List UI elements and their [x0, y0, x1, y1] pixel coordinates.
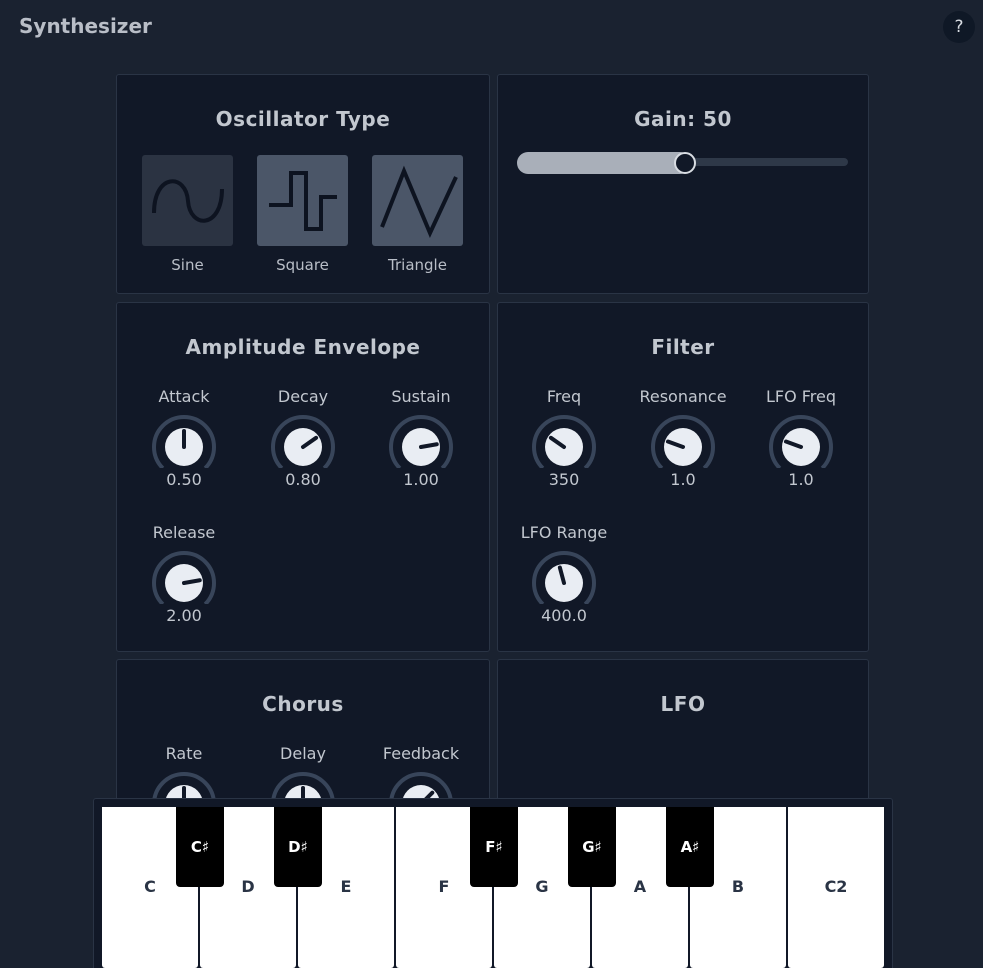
lfo-freq-label: LFO Freq — [765, 387, 837, 406]
knob-dial[interactable] — [149, 412, 219, 468]
resonance-knob[interactable]: Resonance 1.0 — [623, 386, 743, 489]
freq-label: Freq — [546, 387, 582, 406]
triangle-wave-icon — [379, 165, 458, 238]
gain-slider-thumb[interactable] — [673, 152, 696, 174]
lfo-freq-knob[interactable]: LFO Freq 1.0 — [741, 386, 861, 489]
decay-label: Decay — [277, 387, 329, 406]
knob-dial[interactable] — [149, 548, 219, 604]
gain-panel: Gain: 50 — [497, 74, 869, 294]
knob-dial[interactable] — [386, 412, 456, 468]
sustain-knob[interactable]: Sustain 1.00 — [361, 386, 481, 489]
envelope-title: Amplitude Envelope — [185, 335, 421, 359]
piano-keyboard: C D E F G A B C2 C♯ D♯ F♯ G♯ A♯ — [93, 798, 893, 968]
filter-panel: Filter Freq 350 Resonance 1.0 LFO Freq 1… — [497, 302, 869, 652]
key-label: C2 — [824, 877, 848, 896]
lfo-freq-value: 1.0 — [788, 470, 814, 489]
freq-value: 350 — [548, 470, 580, 489]
attack-knob[interactable]: Attack 0.50 — [124, 386, 244, 489]
key-label: A♯ — [680, 838, 700, 856]
sine-button[interactable] — [142, 155, 233, 246]
envelope-panel: Amplitude Envelope Attack 0.50 Decay 0.8… — [116, 302, 490, 652]
key-c2[interactable]: C2 — [788, 807, 884, 968]
app-title: Synthesizer — [19, 14, 152, 38]
key-g-sharp[interactable]: G♯ — [568, 807, 616, 887]
knob-dial[interactable] — [766, 412, 836, 468]
knob-pointer — [419, 442, 439, 449]
key-label: F♯ — [485, 838, 503, 856]
gain-title: Gain: 50 — [634, 107, 732, 131]
release-value: 2.00 — [166, 606, 202, 625]
attack-label: Attack — [158, 387, 210, 406]
decay-value: 0.80 — [285, 470, 321, 489]
triangle-label: Triangle — [388, 256, 447, 274]
freq-knob[interactable]: Freq 350 — [504, 386, 624, 489]
sustain-label: Sustain — [391, 387, 451, 406]
key-label: A — [633, 877, 647, 896]
release-label: Release — [152, 523, 216, 542]
knob-pointer — [182, 578, 202, 585]
lfo-range-knob[interactable]: LFO Range 400.0 — [504, 522, 624, 625]
release-knob[interactable]: Release 2.00 — [124, 522, 244, 625]
square-label: Square — [276, 256, 329, 274]
key-label: D♯ — [288, 838, 308, 856]
square-button[interactable] — [257, 155, 348, 246]
lfo-title: LFO — [660, 692, 706, 716]
sustain-value: 1.00 — [403, 470, 439, 489]
square-wave-icon — [268, 170, 337, 231]
oscillator-panel: Oscillator Type Sine Square Triangle — [116, 74, 490, 294]
sine-wave-icon — [151, 178, 224, 223]
key-label: F — [438, 877, 450, 896]
lfo-range-value: 400.0 — [541, 606, 587, 625]
key-label: G — [535, 877, 549, 896]
chorus-title: Chorus — [262, 692, 344, 716]
oscillator-title: Oscillator Type — [215, 107, 391, 131]
decay-knob[interactable]: Decay 0.80 — [243, 386, 363, 489]
help-button[interactable]: ? — [943, 11, 975, 43]
feedback-label: Feedback — [382, 744, 460, 763]
knob-dial[interactable] — [529, 412, 599, 468]
key-label: G♯ — [582, 838, 602, 856]
key-label: B — [731, 877, 745, 896]
triangle-button[interactable] — [372, 155, 463, 246]
key-label: E — [340, 877, 352, 896]
gain-slider-fill — [517, 152, 691, 174]
key-label: C♯ — [190, 838, 210, 856]
resonance-value: 1.0 — [670, 470, 696, 489]
resonance-label: Resonance — [639, 387, 727, 406]
knob-dial[interactable] — [529, 548, 599, 604]
delay-label: Delay — [280, 744, 326, 763]
knob-dial[interactable] — [268, 412, 338, 468]
key-d-sharp[interactable]: D♯ — [274, 807, 322, 887]
key-label: C — [144, 877, 156, 896]
rate-label: Rate — [165, 744, 203, 763]
knob-dial[interactable] — [648, 412, 718, 468]
attack-value: 0.50 — [166, 470, 202, 489]
sine-label: Sine — [171, 256, 204, 274]
key-label: D — [241, 877, 255, 896]
key-f-sharp[interactable]: F♯ — [470, 807, 518, 887]
filter-title: Filter — [651, 335, 715, 359]
key-c-sharp[interactable]: C♯ — [176, 807, 224, 887]
lfo-range-label: LFO Range — [520, 523, 608, 542]
key-a-sharp[interactable]: A♯ — [666, 807, 714, 887]
